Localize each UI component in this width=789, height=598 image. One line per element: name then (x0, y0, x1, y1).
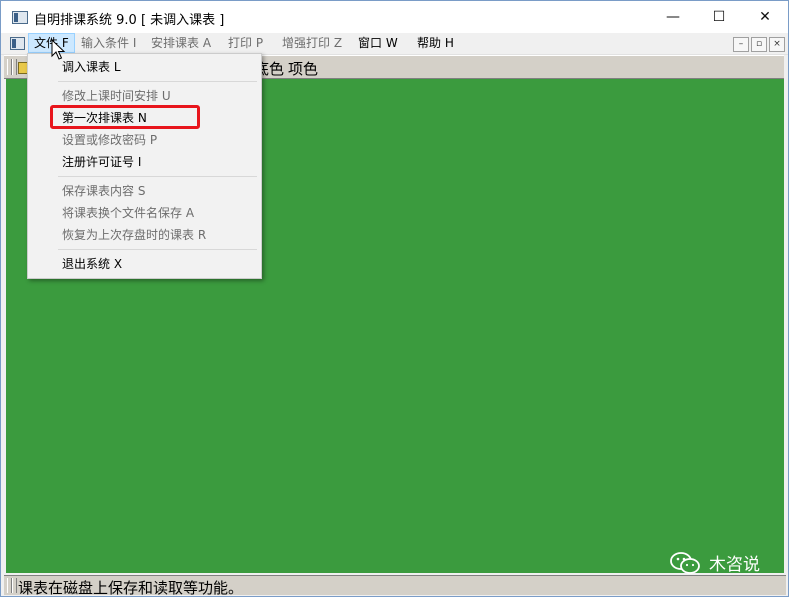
menu-input-conditions[interactable]: 输入条件 I (76, 33, 141, 53)
status-bar: 课表在磁盘上保存和读取等功能。 (4, 575, 786, 597)
menu-item-save-as[interactable]: 将课表换个文件名保存 A (62, 204, 194, 222)
menu-window[interactable]: 窗口 W (353, 33, 403, 53)
statusbar-grip (12, 578, 17, 593)
menu-item-load-schedule[interactable]: 调入课表 L (62, 58, 121, 76)
app-icon[interactable] (12, 11, 28, 24)
watermark-text: 木咨说 (709, 555, 760, 575)
toolbar-item-color-label[interactable]: 项色 (288, 58, 318, 79)
menu-item-exit[interactable]: 退出系统 X (62, 255, 122, 273)
menu-enhanced-print[interactable]: 增强打印 Z (277, 33, 347, 53)
menu-item-modify-class-times[interactable]: 修改上课时间安排 U (62, 87, 171, 105)
wechat-icon (670, 552, 700, 574)
menu-separator (58, 81, 257, 82)
menu-print[interactable]: 打印 P (223, 33, 268, 53)
mouse-cursor-icon (51, 39, 66, 60)
menu-item-register-license[interactable]: 注册许可证号 I (62, 153, 141, 171)
close-button[interactable]: ✕ (742, 1, 788, 33)
minimize-button[interactable]: — (650, 1, 696, 33)
menu-item-set-password[interactable]: 设置或修改密码 P (62, 131, 157, 149)
mdi-child-icon[interactable] (10, 37, 25, 50)
app-window: 自明排课系统 9.0 [ 未调入课表 ] — ☐ ✕ 文件 F 输入条件 I 安… (0, 0, 789, 597)
mdi-minimize-button[interactable]: – (733, 37, 749, 52)
menu-separator (58, 176, 257, 177)
mdi-restore-button[interactable]: ▫ (751, 37, 767, 52)
mdi-close-button[interactable]: × (769, 37, 785, 52)
title-bar[interactable]: 自明排课系统 9.0 [ 未调入课表 ] — ☐ ✕ (1, 1, 788, 33)
window-title: 自明排课系统 9.0 [ 未调入课表 ] (34, 13, 225, 28)
menu-item-revert[interactable]: 恢复为上次存盘时的课表 R (62, 226, 206, 244)
menu-separator (58, 249, 257, 250)
menu-arrange-schedule[interactable]: 安排课表 A (146, 33, 216, 53)
highlight-annotation (50, 105, 200, 129)
file-menu-dropdown: 调入课表 L 修改上课时间安排 U 第一次排课表 N 设置或修改密码 P 注册许… (27, 53, 262, 279)
toolbar-grip[interactable] (12, 59, 17, 75)
menu-help[interactable]: 帮助 H (412, 33, 459, 53)
status-text: 课表在磁盘上保存和读取等功能。 (18, 579, 244, 597)
menu-bar: 文件 F 输入条件 I 安排课表 A 打印 P 增强打印 Z 窗口 W 帮助 H (1, 33, 788, 55)
menu-item-save-schedule[interactable]: 保存课表内容 S (62, 182, 145, 200)
maximize-button[interactable]: ☐ (696, 1, 742, 33)
